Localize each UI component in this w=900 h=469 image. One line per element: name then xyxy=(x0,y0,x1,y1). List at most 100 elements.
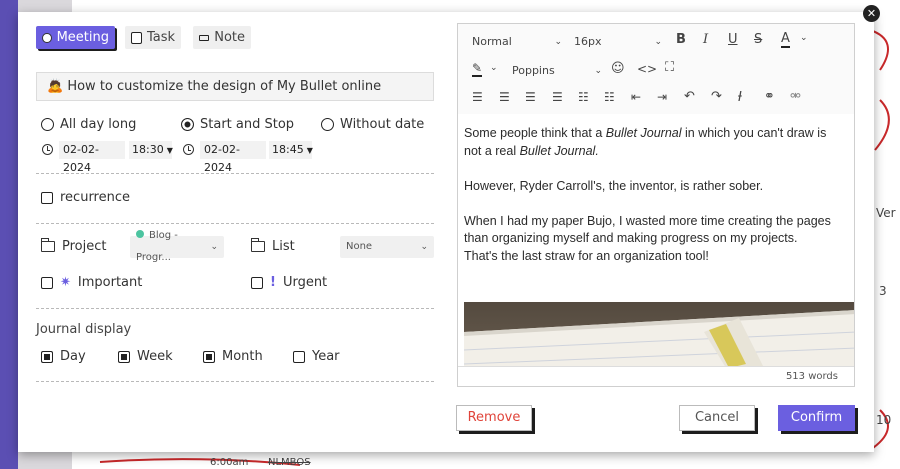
highlight-icon[interactable]: ✎ xyxy=(472,62,483,77)
type-meeting-button[interactable]: Meeting xyxy=(36,26,115,49)
align-center-icon[interactable]: ☰ xyxy=(499,90,510,104)
chevron-down-icon: ⌄ xyxy=(554,36,562,47)
journal-year-label: Year xyxy=(312,349,340,364)
notebook-image xyxy=(464,310,854,368)
confirm-button[interactable]: Confirm xyxy=(778,405,855,431)
redo-icon[interactable]: ↷ xyxy=(711,89,722,104)
recurrence-checkbox[interactable]: recurrence xyxy=(41,190,130,205)
project-label-row: Project xyxy=(40,238,107,254)
event-title-input[interactable]: 🙇 How to customize the design of My Bull… xyxy=(36,72,434,101)
remove-button[interactable]: Remove xyxy=(456,405,532,431)
underline-icon[interactable]: U xyxy=(728,32,738,47)
journal-month-label: Month xyxy=(222,349,263,364)
list-label-row: List xyxy=(250,238,295,254)
type-note-label: Note xyxy=(214,30,245,45)
type-meeting-label: Meeting xyxy=(56,30,109,45)
radio-without-date[interactable]: Without date xyxy=(321,117,424,132)
title-text: How to customize the design of My Bullet… xyxy=(67,79,382,94)
font-size-select[interactable]: 16px ⌄ xyxy=(574,35,662,48)
chevron-down-icon: ⌄ xyxy=(594,65,602,76)
bullet-list-icon[interactable]: ☷ xyxy=(578,90,589,104)
urgent-label: Urgent xyxy=(282,275,328,290)
journal-week-checkbox[interactable]: Week xyxy=(118,349,173,364)
cancel-button[interactable]: Cancel xyxy=(679,405,755,431)
unlink-icon[interactable]: ⚮ xyxy=(790,89,801,104)
emoji-icon[interactable]: ☺ xyxy=(611,61,625,76)
divider xyxy=(36,308,434,309)
type-task-button[interactable]: Task xyxy=(125,26,181,49)
list-value: None xyxy=(346,241,373,252)
editor-toolbar: Normal ⌄ 16px ⌄ B I U S A ⌄ ✎ ⌄ Poppins ⌄ ☺… xyxy=(458,24,854,114)
month-checkbox-icon xyxy=(203,350,215,363)
strikethrough-icon[interactable]: S xyxy=(754,32,762,47)
undo-icon[interactable]: ↶ xyxy=(684,89,695,104)
recurrence-checkbox-icon xyxy=(41,191,53,204)
italic-icon[interactable]: I xyxy=(703,32,708,47)
urgent-checkbox[interactable]: ! Urgent xyxy=(251,275,327,290)
bg-label-ver: Ver xyxy=(876,206,896,220)
type-note-button[interactable]: Note xyxy=(193,26,251,49)
start-clock-icon xyxy=(42,144,53,155)
journal-month-checkbox[interactable]: Month xyxy=(203,349,263,364)
start-date-input[interactable]: 02-02-2024 xyxy=(59,141,125,174)
project-color-dot xyxy=(136,230,144,238)
project-label: Project xyxy=(62,239,107,254)
meeting-radio-icon xyxy=(42,32,52,43)
project-select[interactable]: Blog - Progr... ⌄ xyxy=(130,230,224,263)
font-value: Poppins xyxy=(512,64,555,77)
chevron-down-icon: ⌄ xyxy=(210,242,218,252)
numbered-list-icon[interactable]: ☷ xyxy=(604,90,615,104)
chevron-down-icon[interactable]: ⌄ xyxy=(490,63,498,73)
start-time-select[interactable]: 18:30 ▼ xyxy=(129,141,173,159)
radio-start-stop[interactable]: Start and Stop xyxy=(181,117,294,132)
align-left-icon[interactable]: ☰ xyxy=(472,90,483,104)
code-icon[interactable]: <> xyxy=(637,62,657,76)
align-right-icon[interactable]: ☰ xyxy=(525,90,536,104)
fullscreen-icon[interactable]: ⛶ xyxy=(665,60,674,75)
event-modal: Meeting Task Note 🙇 How to customize the… xyxy=(18,12,874,452)
paragraph: However, Ryder Carroll's, the inventor, … xyxy=(464,178,764,193)
important-checkbox[interactable]: ✷ Important xyxy=(41,275,142,290)
list-select[interactable]: None ⌄ xyxy=(340,236,434,258)
chevron-down-icon: ⌄ xyxy=(654,36,662,47)
end-date-input[interactable]: 02-02-2024 xyxy=(200,141,266,174)
end-time-value: 18:45 xyxy=(272,143,304,156)
journal-year-checkbox[interactable]: Year xyxy=(293,349,340,364)
close-icon[interactable]: ✕ xyxy=(863,5,880,22)
journal-week-label: Week xyxy=(137,349,173,364)
align-justify-icon[interactable]: ☰ xyxy=(552,90,563,104)
chevron-down-icon[interactable]: ⌄ xyxy=(800,33,808,43)
indent-icon[interactable]: ⇥ xyxy=(657,90,667,104)
journal-display-label: Journal display xyxy=(36,322,132,337)
urgent-checkbox-icon xyxy=(251,276,263,289)
paragraph-style-select[interactable]: Normal ⌄ xyxy=(472,35,562,48)
end-time-select[interactable]: 18:45 ▼ xyxy=(269,141,313,159)
radio-all-day-icon xyxy=(41,118,54,131)
week-checkbox-icon xyxy=(118,350,130,363)
end-clock-icon xyxy=(183,144,194,155)
bg-time: 6:00am xyxy=(210,457,249,468)
paragraph: Some people think that a Bullet Journal … xyxy=(464,125,844,160)
link-icon[interactable]: ⚭ xyxy=(764,89,775,104)
divider xyxy=(36,173,434,174)
outdent-icon[interactable]: ⇤ xyxy=(631,90,641,104)
radio-start-stop-label: Start and Stop xyxy=(200,117,295,132)
editor-content[interactable]: Some people think that a Bullet Journal … xyxy=(464,125,844,265)
clear-format-icon[interactable]: Ɨ xyxy=(738,90,742,105)
important-label: Important xyxy=(77,275,143,290)
day-checkbox-icon xyxy=(41,350,53,363)
rich-text-editor: Normal ⌄ 16px ⌄ B I U S A ⌄ ✎ ⌄ Poppins ⌄ ☺… xyxy=(457,23,855,387)
text-color-icon[interactable]: A xyxy=(781,32,790,48)
radio-all-day-label: All day long xyxy=(60,117,137,132)
journal-day-checkbox[interactable]: Day xyxy=(41,349,86,364)
divider xyxy=(36,223,434,224)
radio-without-date-label: Without date xyxy=(340,117,425,132)
note-icon xyxy=(199,34,210,41)
bold-icon[interactable]: B xyxy=(676,32,686,47)
title-emoji: 🙇 xyxy=(47,79,64,94)
chevron-down-icon: ⌄ xyxy=(420,242,428,252)
font-family-select[interactable]: Poppins ⌄ xyxy=(512,64,602,77)
journal-day-label: Day xyxy=(60,349,86,364)
radio-all-day[interactable]: All day long xyxy=(41,117,136,132)
bg-number-3: 3 xyxy=(879,284,887,298)
